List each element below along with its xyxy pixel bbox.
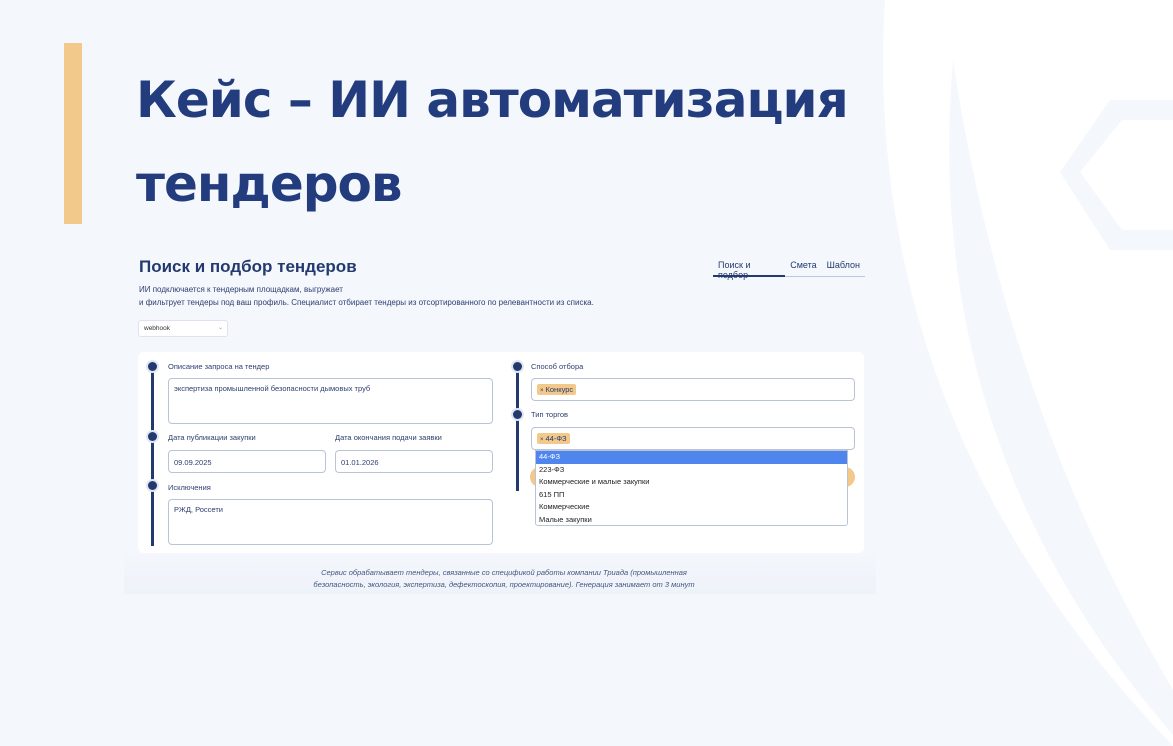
- method-chip-label: Конкурс: [545, 385, 574, 394]
- app-description-line-1: ИИ подключается к тендерным площадкам, в…: [139, 285, 343, 294]
- accent-bar: [64, 43, 82, 224]
- method-label: Способ отбора: [531, 362, 584, 371]
- footnote-line-1: Сервис обрабатывает тендеры, связанные с…: [321, 568, 687, 577]
- timeline-dot: [148, 481, 157, 490]
- dropdown-option[interactable]: Коммерческие и малые закупки: [536, 476, 847, 489]
- app-description-line-2: и фильтрует тендеры под ваш профиль. Спе…: [139, 297, 594, 307]
- method-multiselect[interactable]: × Конкурс: [531, 378, 855, 401]
- type-multiselect[interactable]: × 44-ФЗ: [531, 427, 855, 450]
- timeline-dot: [148, 432, 157, 441]
- exclusions-label: Исключения: [168, 483, 211, 492]
- dropdown-option[interactable]: Коммерческие: [536, 501, 847, 514]
- tab-bar: Поиск и подбор Смета Шаблон: [713, 258, 865, 280]
- mode-select[interactable]: webhook ⌄: [138, 320, 228, 337]
- tender-form: Описание запроса на тендер экспертиза пр…: [138, 352, 864, 553]
- tab-search[interactable]: Поиск и подбор: [713, 258, 786, 280]
- slide-title-line-2: тендеров: [136, 155, 403, 213]
- end-date-input[interactable]: 01.01.2026: [335, 450, 493, 473]
- dropdown-option[interactable]: 44-ФЗ: [536, 451, 847, 464]
- app-title: Поиск и подбор тендеров: [139, 257, 357, 276]
- request-textarea[interactable]: экспертиза промышленной безопасности дым…: [168, 378, 493, 424]
- dropdown-option[interactable]: 615 ПП: [536, 489, 847, 502]
- footnote: Сервис обрабатывает тендеры, связанные с…: [284, 567, 724, 590]
- app-screenshot: Поиск и подбор тендеров ИИ подключается …: [124, 246, 876, 594]
- request-label: Описание запроса на тендер: [168, 362, 270, 371]
- exclusions-textarea[interactable]: РЖД, Россети: [168, 499, 493, 545]
- timeline-dot: [513, 410, 522, 419]
- type-label: Тип торгов: [531, 410, 569, 419]
- chip-remove-icon[interactable]: ×: [540, 388, 544, 394]
- pub-date-input[interactable]: 09.09.2025: [168, 450, 326, 473]
- slide-title-line-1: Кейс – ИИ автоматизация: [136, 71, 849, 129]
- type-chip-label: 44-ФЗ: [545, 434, 567, 443]
- timeline-rail-left: [151, 366, 154, 546]
- chevron-down-icon: ⌄: [217, 325, 223, 331]
- timeline-dot: [148, 362, 157, 371]
- tab-template[interactable]: Шаблон: [822, 258, 865, 276]
- slide-title: Кейс – ИИ автоматизация тендеров: [136, 58, 896, 226]
- end-date-label: Дата окончания подачи заявки: [335, 433, 442, 442]
- type-dropdown-list: 44-ФЗ 223-ФЗ Коммерческие и малые закупк…: [535, 450, 848, 526]
- timeline-dot: [513, 362, 522, 371]
- mode-select-value: webhook: [144, 325, 171, 332]
- pub-date-label: Дата публикации закупки: [168, 433, 256, 442]
- timeline-rail-right: [516, 366, 519, 491]
- method-chip[interactable]: × Конкурс: [537, 384, 577, 395]
- dropdown-option[interactable]: 223-ФЗ: [536, 464, 847, 477]
- app-description: ИИ подключается к тендерным площадкам, в…: [139, 284, 699, 309]
- dropdown-option[interactable]: Малые закупки: [536, 514, 847, 525]
- footnote-line-2: безопасность, экология, экспертиза, дефе…: [313, 579, 695, 589]
- type-chip[interactable]: × 44-ФЗ: [537, 433, 570, 444]
- chip-remove-icon[interactable]: ×: [540, 437, 544, 443]
- tab-estimate[interactable]: Смета: [785, 258, 821, 276]
